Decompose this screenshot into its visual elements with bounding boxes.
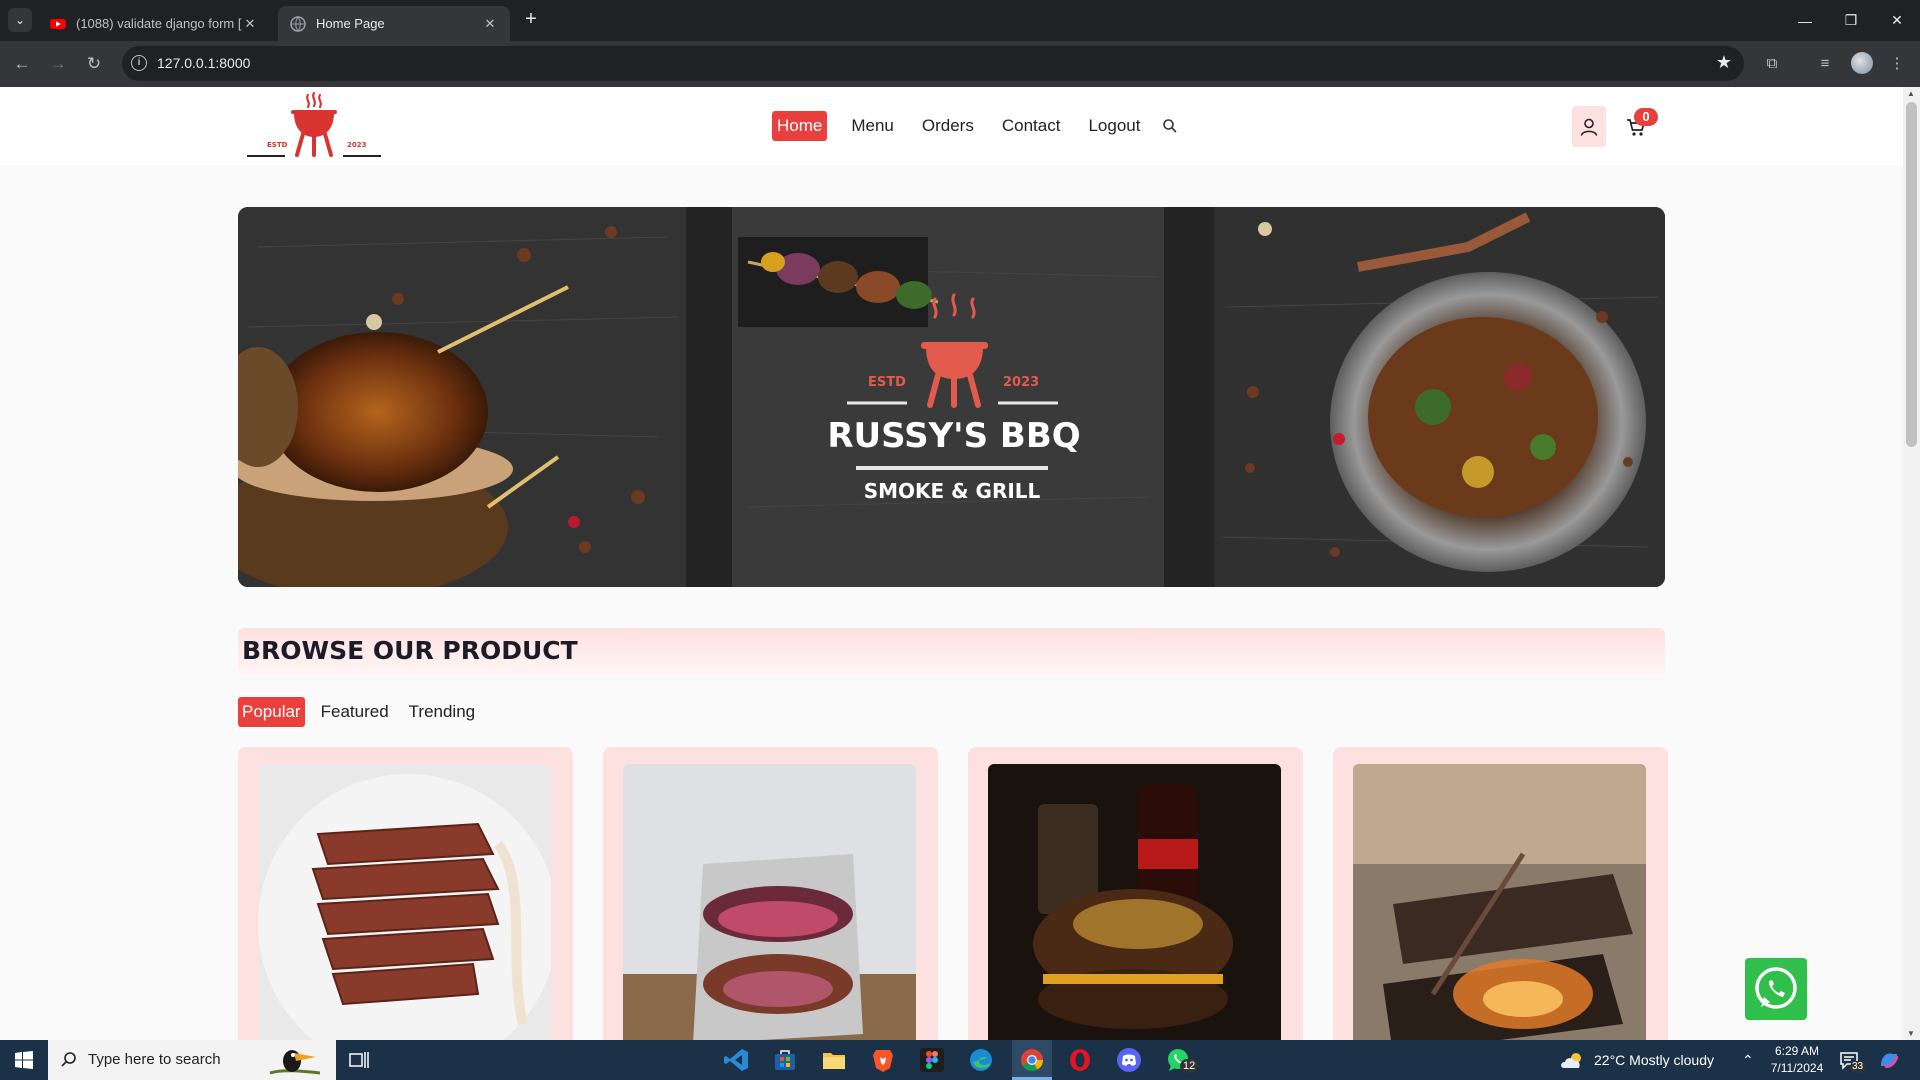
address-toolbar: ← → ↻ i 127.0.0.1:8000 ★ [0, 41, 1920, 87]
sliced-steak-photo[interactable] [258, 764, 551, 1040]
chrome-menu-icon[interactable]: ⋮ [1886, 53, 1908, 75]
whatsapp-taskbar-badge: 12 [1180, 1059, 1199, 1073]
search-icon[interactable] [1162, 118, 1178, 134]
discord-icon[interactable] [1115, 1046, 1143, 1074]
browser-tab-youtube[interactable]: (1088) validate django form [Dj ✕ [38, 6, 270, 41]
windows-taskbar: Type here to search 12 22°C Mostly cloud… [0, 1040, 1920, 1080]
nav-contact[interactable]: Contact [998, 111, 1065, 141]
tab-title: Home Page [316, 16, 385, 31]
campfire-grill-photo[interactable] [1353, 764, 1646, 1040]
hero-title: RUSSY'S BBQ [827, 416, 1080, 456]
scroll-down-icon[interactable]: ▼ [1907, 1029, 1915, 1038]
product-card[interactable] [1333, 747, 1668, 1040]
browser-tab-bar: ⌄ (1088) validate django form [Dj ✕ Home… [0, 0, 1920, 41]
logo-estd-text: ESTD [267, 141, 288, 149]
main-nav: Home Menu Orders Contact Logout [772, 111, 1178, 141]
extensions-icon[interactable]: ⧉ [1761, 53, 1783, 75]
tab-popular[interactable]: Popular [238, 697, 305, 727]
cloudy-weather-icon [1561, 1053, 1581, 1068]
hero-year-text: 2023 [1003, 375, 1039, 390]
system-clock[interactable]: 6:29 AM 7/11/2024 [1762, 1043, 1832, 1077]
scroll-up-icon[interactable]: ▲ [1907, 89, 1915, 98]
reload-icon[interactable]: ↻ [82, 52, 106, 76]
product-card[interactable] [968, 747, 1303, 1040]
file-explorer-icon[interactable] [820, 1046, 848, 1074]
close-tab-icon[interactable]: ✕ [242, 16, 258, 32]
hero-banner: ESTD 2023 RUSSY'S BBQ SMOKE & GRILL [238, 207, 1665, 587]
globe-icon [290, 15, 306, 32]
page-viewport: ESTD 2023 Home Menu Orders Contact Logou… [0, 87, 1903, 1040]
hero-estd-text: ESTD [868, 375, 906, 390]
close-tab-icon[interactable]: ✕ [482, 16, 498, 32]
whatsapp-chat-button[interactable] [1745, 958, 1807, 1020]
close-window-button[interactable]: ✕ [1874, 0, 1920, 41]
page-scrollbar[interactable]: ▲ ▼ [1903, 87, 1920, 1040]
site-header: ESTD 2023 Home Menu Orders Contact Logou… [0, 87, 1903, 165]
product-filter-tabs: Popular Featured Trending [238, 697, 491, 727]
opera-browser-icon[interactable] [1066, 1046, 1094, 1074]
browser-tab-home[interactable]: Home Page ✕ [278, 6, 510, 41]
weather-text: 22°C Mostly cloudy [1594, 1052, 1714, 1068]
tab-title: (1088) validate django form [Dj [76, 16, 242, 31]
section-header: BROWSE OUR PRODUCT [238, 628, 1665, 674]
wrap-sandwich-photo[interactable] [623, 764, 916, 1040]
bbq-logo[interactable]: ESTD 2023 [245, 91, 383, 163]
start-button[interactable] [0, 1040, 48, 1080]
nav-logout[interactable]: Logout [1084, 111, 1144, 141]
copilot-icon[interactable] [1877, 1048, 1901, 1072]
taskbar-search-placeholder: Type here to search [88, 1051, 221, 1068]
nav-menu[interactable]: Menu [847, 111, 898, 141]
section-title: BROWSE OUR PRODUCT [242, 636, 578, 665]
user-account-button[interactable] [1572, 106, 1606, 147]
site-info-icon[interactable]: i [131, 55, 147, 71]
vscode-icon[interactable] [722, 1046, 750, 1074]
address-bar[interactable]: i 127.0.0.1:8000 ★ [122, 46, 1744, 81]
toucan-illustration [269, 1050, 321, 1075]
brave-browser-icon[interactable] [869, 1046, 897, 1074]
url-text[interactable]: 127.0.0.1:8000 [157, 55, 250, 71]
bookmark-star-icon[interactable]: ★ [1716, 52, 1732, 73]
chrome-browser-icon[interactable] [1018, 1046, 1046, 1074]
clock-time: 6:29 AM [1774, 1044, 1820, 1058]
microsoft-store-icon[interactable] [771, 1046, 799, 1074]
windows-icon [15, 1051, 33, 1069]
profile-avatar[interactable] [1851, 52, 1873, 74]
product-card[interactable] [238, 747, 573, 1040]
media-control-icon[interactable]: ≡ [1814, 53, 1836, 75]
burger-with-coke-photo[interactable] [988, 764, 1281, 1040]
clock-date: 7/11/2024 [1770, 1061, 1824, 1075]
taskbar-search-box[interactable]: Type here to search [48, 1040, 336, 1080]
edge-browser-icon[interactable] [967, 1046, 995, 1074]
logo-year-text: 2023 [347, 141, 367, 149]
whatsapp-icon [1755, 967, 1797, 1009]
forward-icon[interactable]: → [46, 52, 70, 76]
task-view-icon[interactable] [348, 1049, 370, 1071]
hero-subtitle: SMOKE & GRILL [864, 479, 1041, 503]
tab-search-icon[interactable]: ⌄ [8, 8, 32, 32]
tab-trending[interactable]: Trending [405, 697, 479, 727]
weather-widget[interactable]: 22°C Mostly cloudy [1560, 1040, 1714, 1080]
tab-featured[interactable]: Featured [317, 697, 393, 727]
product-card[interactable] [603, 747, 938, 1040]
figma-icon[interactable] [918, 1046, 946, 1074]
restore-button[interactable]: ❐ [1828, 0, 1874, 41]
minimize-button[interactable]: — [1782, 0, 1828, 41]
search-icon [61, 1052, 76, 1067]
user-icon [1580, 118, 1598, 136]
nav-home[interactable]: Home [772, 111, 828, 141]
scrollbar-thumb[interactable] [1906, 102, 1917, 447]
youtube-icon [50, 18, 66, 29]
notifications-badge: 33 [1850, 1061, 1866, 1073]
new-tab-button[interactable]: + [520, 9, 542, 31]
nav-orders[interactable]: Orders [918, 111, 978, 141]
back-icon[interactable]: ← [10, 52, 34, 76]
show-hidden-icons-chevron[interactable]: ⌃ [1742, 1040, 1754, 1080]
cart-count-badge: 0 [1634, 108, 1658, 126]
